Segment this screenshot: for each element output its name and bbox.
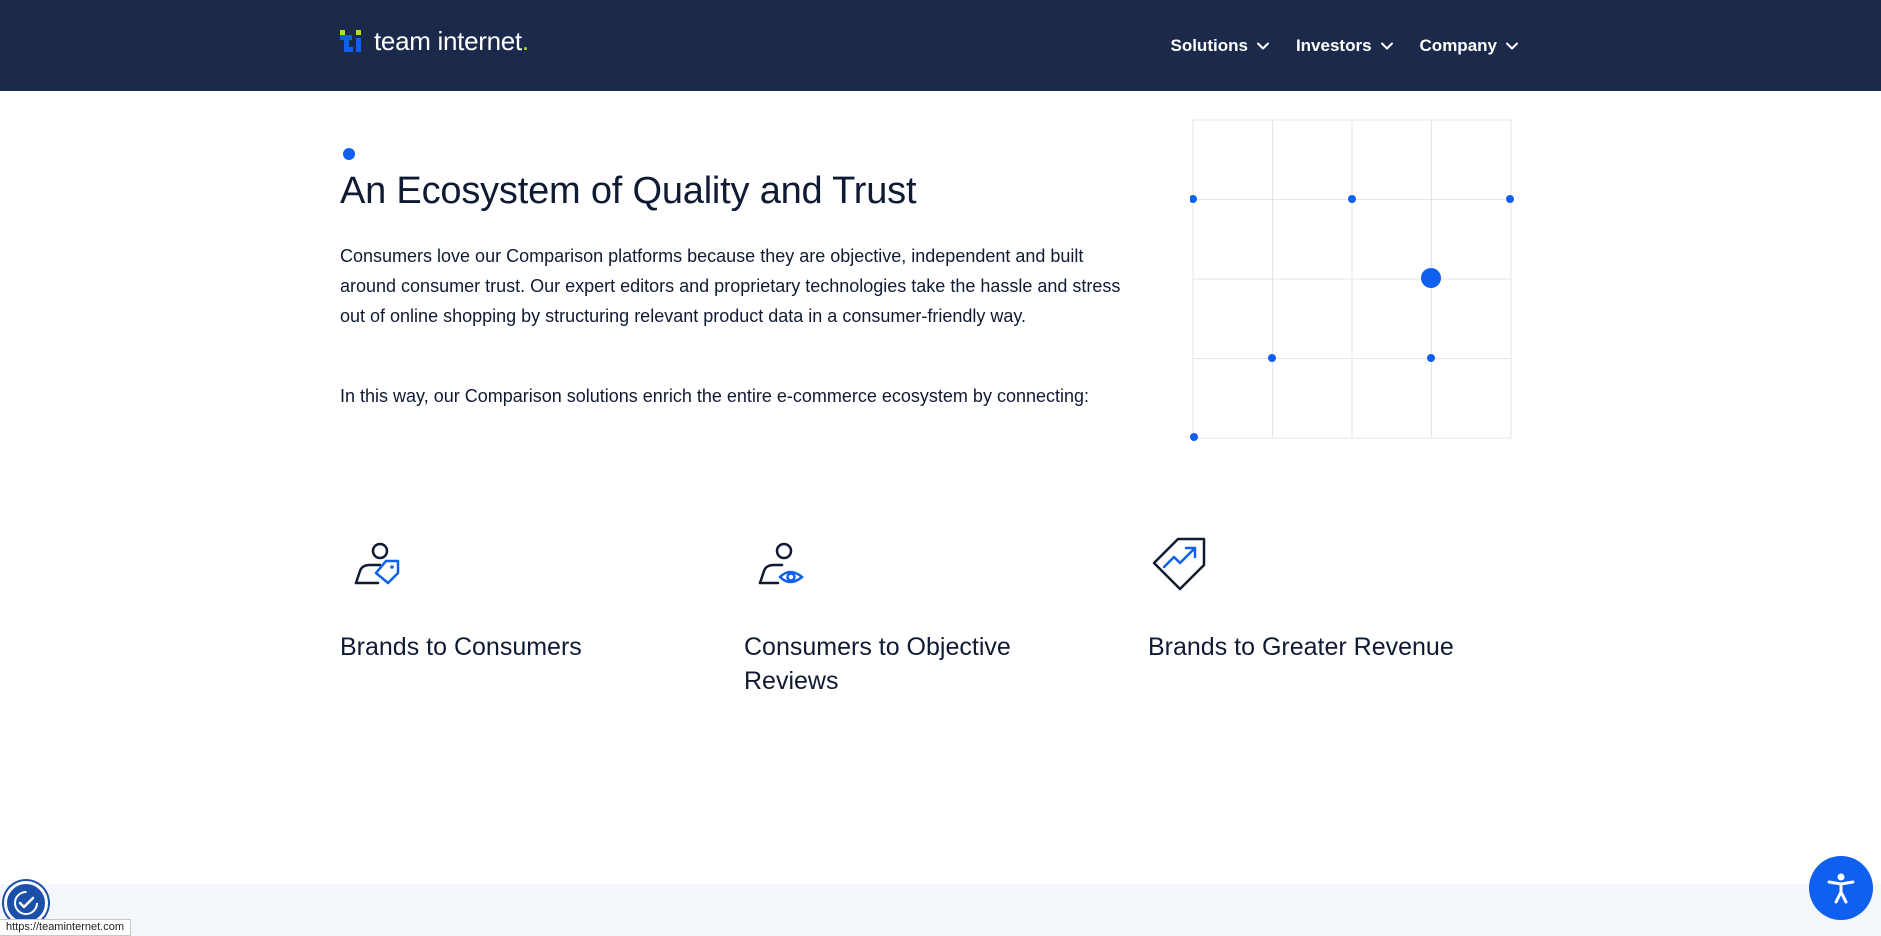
feature-brands-to-revenue: Brands to Greater Revenue <box>1148 535 1478 664</box>
status-bar-url: https://teaminternet.com <box>0 919 131 936</box>
chevron-down-icon <box>1506 42 1518 49</box>
nav-investors-label: Investors <box>1295 35 1372 55</box>
nav-company-label: Company <box>1419 35 1497 55</box>
nav-solutions-label: Solutions <box>1170 35 1248 55</box>
person-tag-icon <box>354 542 400 585</box>
accessibility-person-icon <box>1827 873 1855 904</box>
nav-investors[interactable]: Investors <box>1296 36 1394 56</box>
logo-text: team internet. <box>374 26 529 56</box>
feature-label: Consumers to Objective Reviews <box>744 633 1011 695</box>
team-internet-logo-icon <box>340 27 366 57</box>
feature-brands-to-consumers: Brands to Consumers <box>340 535 670 664</box>
feature-label: Brands to Consumers <box>340 633 582 661</box>
logo-link[interactable]: team internet. <box>340 26 529 57</box>
site-header: team internet. Solutions Investors Compa… <box>0 0 1881 91</box>
tag-growth-icon <box>1152 537 1206 591</box>
connecting-paragraph: In this way, our Comparison solutions en… <box>340 386 1090 406</box>
nav-solutions[interactable]: Solutions <box>1170 36 1269 56</box>
chevron-down-icon <box>1256 42 1269 49</box>
next-section-band <box>0 884 1881 936</box>
decorative-dot-grid <box>1190 119 1514 441</box>
person-eye-icon <box>758 542 804 585</box>
accessibility-check-icon <box>14 891 38 915</box>
feature-consumers-to-reviews: Consumers to Objective Reviews <box>744 535 1074 698</box>
section-title: An Ecosystem of Quality and Trust <box>340 170 917 212</box>
feature-label: Brands to Greater Revenue <box>1148 633 1454 661</box>
chevron-down-icon <box>1380 42 1393 49</box>
nav-company[interactable]: Company <box>1420 36 1519 56</box>
main-nav: Solutions Investors Company <box>1170 0 1519 91</box>
intro-paragraph: Consumers love our Comparison platforms … <box>340 246 1121 326</box>
section-marker-dot <box>343 148 355 160</box>
accessibility-menu-button[interactable] <box>1809 856 1873 920</box>
